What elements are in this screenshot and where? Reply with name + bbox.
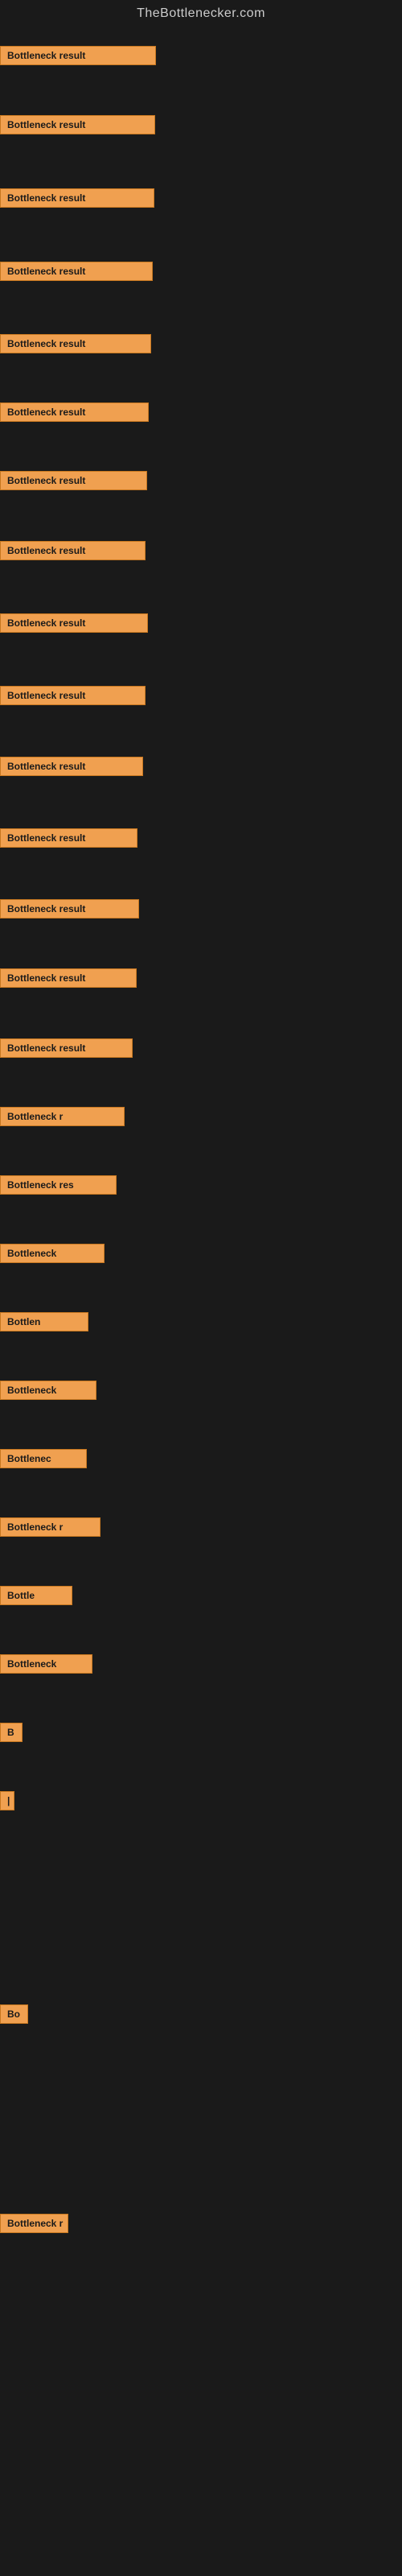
bottleneck-item[interactable]: Bo (0, 2004, 28, 2028)
bottleneck-badge: Bottleneck result (0, 471, 147, 490)
site-title: TheBottlenecker.com (0, 0, 402, 27)
bottleneck-badge: Bottleneck (0, 1654, 92, 1674)
bottleneck-item[interactable]: Bottleneck result (0, 334, 151, 357)
bottleneck-badge: Bottlen (0, 1312, 88, 1331)
bottleneck-item[interactable]: Bottleneck (0, 1654, 92, 1678)
bottleneck-badge: Bottleneck result (0, 968, 137, 988)
bottleneck-badge: B (0, 1723, 23, 1742)
bottleneck-badge: Bottleneck result (0, 1038, 133, 1058)
bottleneck-badge: Bottleneck result (0, 686, 146, 705)
bottleneck-badge: Bottleneck r (0, 2214, 68, 2233)
bottleneck-badge: Bottleneck result (0, 334, 151, 353)
bottleneck-badge: Bottleneck result (0, 613, 148, 633)
bottleneck-badge: Bottleneck result (0, 828, 137, 848)
bottleneck-badge: Bottleneck result (0, 757, 143, 776)
bottleneck-item[interactable]: Bottlenec (0, 1449, 87, 1472)
bottleneck-badge: Bo (0, 2004, 28, 2024)
bottleneck-item[interactable]: Bottleneck result (0, 46, 156, 69)
bottleneck-badge: Bottleneck (0, 1381, 96, 1400)
bottleneck-item[interactable]: Bottleneck r (0, 2214, 68, 2237)
bottleneck-item[interactable]: Bottleneck r (0, 1517, 100, 1541)
bottleneck-item[interactable]: Bottleneck (0, 1244, 105, 1267)
bottleneck-badge: Bottleneck result (0, 402, 149, 422)
bottleneck-badge: Bottlenec (0, 1449, 87, 1468)
bottleneck-item[interactable]: Bottleneck result (0, 686, 146, 709)
bottleneck-item[interactable]: | (0, 1791, 14, 1814)
bottleneck-badge: Bottleneck result (0, 46, 156, 65)
bottleneck-item[interactable]: B (0, 1723, 23, 1746)
bottleneck-badge: Bottleneck result (0, 188, 154, 208)
bottleneck-item[interactable]: Bottleneck result (0, 613, 148, 637)
bottleneck-badge: Bottleneck result (0, 262, 153, 281)
bottleneck-item[interactable]: Bottleneck result (0, 541, 146, 564)
bottleneck-item[interactable]: Bottleneck result (0, 471, 147, 494)
bottleneck-item[interactable]: Bottleneck result (0, 188, 154, 212)
bottleneck-item[interactable]: Bottle (0, 1586, 72, 1609)
bottleneck-badge: Bottleneck result (0, 899, 139, 919)
bottleneck-badge: Bottleneck r (0, 1517, 100, 1537)
bottleneck-item[interactable]: Bottleneck result (0, 828, 137, 852)
bottleneck-badge: Bottle (0, 1586, 72, 1605)
bottleneck-badge: Bottleneck (0, 1244, 105, 1263)
bottleneck-item[interactable]: Bottleneck result (0, 262, 153, 285)
bottleneck-item[interactable]: Bottleneck result (0, 1038, 133, 1062)
bottleneck-item[interactable]: Bottleneck res (0, 1175, 117, 1199)
bottleneck-item[interactable]: Bottleneck r (0, 1107, 125, 1130)
bottleneck-item[interactable]: Bottleneck (0, 1381, 96, 1404)
bottleneck-badge: Bottleneck result (0, 541, 146, 560)
bottleneck-badge: Bottleneck r (0, 1107, 125, 1126)
bottleneck-item[interactable]: Bottleneck result (0, 968, 137, 992)
bottleneck-badge: Bottleneck res (0, 1175, 117, 1195)
bottleneck-item[interactable]: Bottleneck result (0, 115, 155, 138)
bottleneck-badge: | (0, 1791, 14, 1810)
bottleneck-item[interactable]: Bottleneck result (0, 402, 149, 426)
bottleneck-item[interactable]: Bottlen (0, 1312, 88, 1335)
bottleneck-badge: Bottleneck result (0, 115, 155, 134)
bottleneck-item[interactable]: Bottleneck result (0, 757, 143, 780)
bottleneck-item[interactable]: Bottleneck result (0, 899, 139, 923)
